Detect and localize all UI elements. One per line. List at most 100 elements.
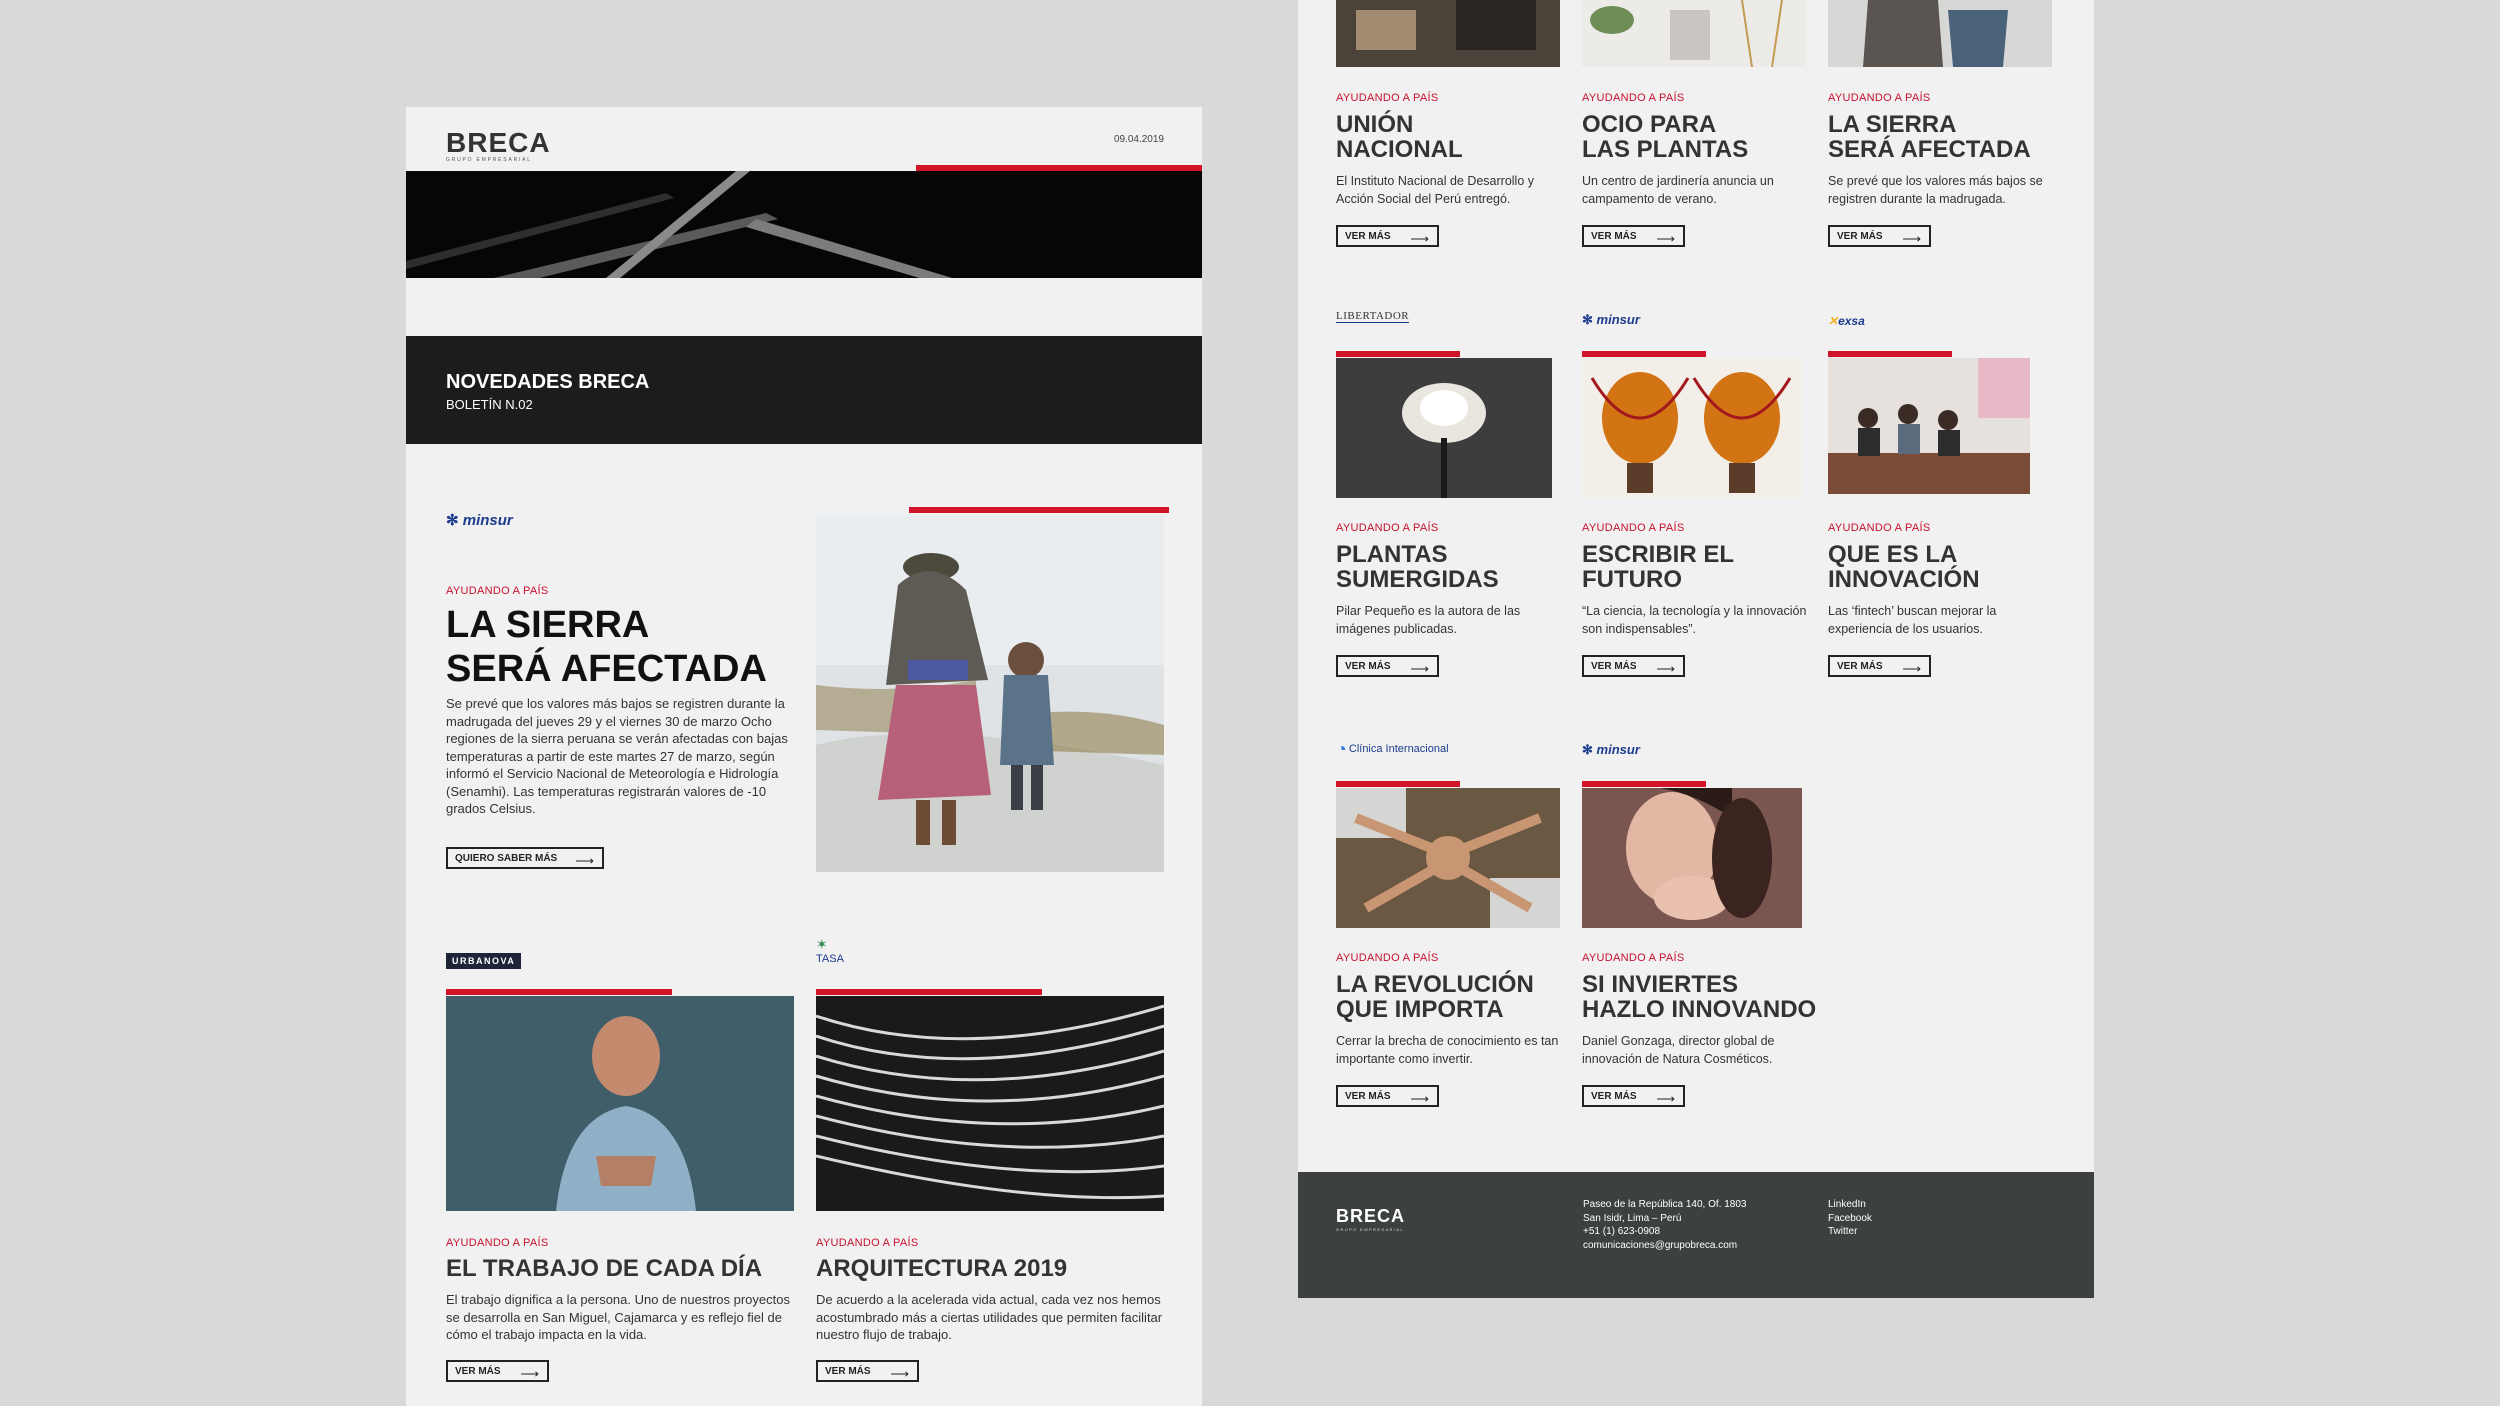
breca-logo[interactable]: BRECA <box>446 127 551 159</box>
accent-bar <box>816 989 1042 995</box>
card-title: ARQUITECTURA 2019 <box>816 1255 1068 1282</box>
ver-mas-button[interactable]: VER MÁS ⟶ <box>1828 655 1931 677</box>
grid-kicker: AYUDANDO A PAÍS <box>1336 522 1439 534</box>
arrow-right-icon: ⟶ <box>890 1366 909 1381</box>
breca-logo-subtitle: GRUPO EMPRESARIAL <box>446 157 532 163</box>
card-kicker: AYUDANDO A PAÍS <box>446 1237 549 1249</box>
card-text: De acuerdo a la acelerada vida actual, c… <box>816 1292 1163 1342</box>
footer-social-links: LinkedIn Facebook Twitter <box>1828 1198 1872 1239</box>
grid-title: LA REVOLUCIÓN QUE IMPORTA <box>1336 971 1534 1023</box>
libertador-logo: LIBERTADOR <box>1336 310 1410 323</box>
newsletter-right-panel: AYUDANDO A PAÍS UNIÓN NACIONAL El Institu… <box>1298 0 2094 1298</box>
grid-image-flower[interactable] <box>1336 358 1552 498</box>
grid-title: PLANTAS SUMERGIDAS <box>1336 541 1499 593</box>
footer-logo[interactable]: BRECA <box>1336 1206 1405 1227</box>
minsur-star-icon: ✻ <box>1582 742 1593 757</box>
card-text: El trabajo dignifica a la persona. Uno d… <box>446 1292 790 1342</box>
minsur-logo: ✻ minsur <box>446 512 513 529</box>
grid-text: “La ciencia, la tecnología y la innovaci… <box>1582 604 1807 636</box>
grid-title: SI INVIERTES HAZLO INNOVANDO <box>1582 971 1817 1023</box>
ver-mas-button[interactable]: VER MÁS ⟶ <box>1582 225 1685 247</box>
clinica-internacional-logo: ◔ Clínica Internacional <box>1336 739 1449 759</box>
featured-kicker: AYUDANDO A PAÍS <box>446 585 549 597</box>
grid-text: Se prevé que los valores más bajos se re… <box>1828 174 2043 206</box>
grid-title: UNIÓN NACIONAL <box>1336 111 1463 163</box>
grid-image-bulbs[interactable] <box>1582 358 1802 498</box>
card-title: EL TRABAJO DE CADA DÍA <box>446 1255 763 1282</box>
footer-address-line: San Isidr, Lima – Perú <box>1583 1212 1682 1224</box>
ver-mas-button[interactable]: VER MÁS ⟶ <box>1582 1085 1685 1107</box>
facebook-link[interactable]: Facebook <box>1828 1212 1872 1226</box>
ver-mas-button[interactable]: VER MÁS ⟶ <box>1828 225 1931 247</box>
grid-title: ESCRIBIR EL FUTURO <box>1582 541 1735 593</box>
exsa-logo: ✕exsa <box>1828 314 1865 328</box>
newsletter-left-panel: BRECA GRUPO EMPRESARIAL 09.04.2019 NOVED… <box>406 107 1202 1406</box>
minsur-star-icon: ✻ <box>446 512 459 529</box>
quiero-saber-mas-button[interactable]: QUIERO SABER MÁS ⟶ <box>446 847 604 869</box>
grid-text: Daniel Gonzaga, director global de innov… <box>1582 1034 1775 1066</box>
hero-image <box>406 171 1202 361</box>
featured-image[interactable] <box>816 515 1164 872</box>
grid-kicker: AYUDANDO A PAÍS <box>1582 952 1685 964</box>
arrow-right-icon: ⟶ <box>1656 231 1675 246</box>
arrow-right-icon: ⟶ <box>1410 1091 1429 1106</box>
ver-mas-button[interactable]: VER MÁS ⟶ <box>446 1360 549 1382</box>
tasa-logo: ✶ TASA <box>816 936 856 965</box>
card-image-top-1[interactable] <box>1336 0 1560 67</box>
card-image-portrait[interactable] <box>446 996 794 1211</box>
minsur-logo: ✻ minsur <box>1582 312 1640 327</box>
footer-logo-subtitle: GRUPO EMPRESARIAL <box>1336 1227 1405 1232</box>
clinica-circle-icon: ◔ <box>1336 739 1347 759</box>
accent-bar <box>1828 351 1952 357</box>
arrow-right-icon: ⟶ <box>1656 1091 1675 1106</box>
accent-bar <box>1582 781 1706 787</box>
card-image-top-2[interactable] <box>1582 0 1806 67</box>
grid-title: OCIO PARA LAS PLANTAS <box>1582 111 1749 163</box>
grid-kicker: AYUDANDO A PAÍS <box>1582 92 1685 104</box>
card-image-top-3[interactable] <box>1828 0 2052 67</box>
grid-kicker: AYUDANDO A PAÍS <box>1582 522 1685 534</box>
accent-bar <box>1336 781 1460 787</box>
card-image-architecture[interactable] <box>816 996 1164 1211</box>
grid-title: LA SIERRA SERÁ AFECTADA <box>1828 111 2031 163</box>
grid-image-conference[interactable] <box>1828 358 2030 494</box>
footer-phone: +51 (1) 623-0908 <box>1583 1226 1661 1237</box>
arrow-right-icon: ⟶ <box>1410 661 1429 676</box>
issue-date: 09.04.2019 <box>1113 134 1164 145</box>
featured-title: LA SIERRA SERÁ AFECTADA <box>446 604 767 690</box>
grid-text: Cerrar la brecha de conocimiento es tan … <box>1336 1034 1559 1066</box>
grid-kicker: AYUDANDO A PAÍS <box>1336 92 1439 104</box>
twitter-link[interactable]: Twitter <box>1828 1225 1872 1239</box>
grid-text: Las ‘fintech’ buscan mejorar la experien… <box>1828 604 1997 636</box>
linkedin-link[interactable]: LinkedIn <box>1828 1198 1872 1212</box>
featured-body: Se prevé que los valores más bajos se re… <box>446 696 788 816</box>
minsur-star-icon: ✻ <box>1582 312 1593 327</box>
footer-address-line: Paseo de la República 140, Of. 1803 <box>1583 1199 1747 1210</box>
exsa-x-icon: ✕ <box>1828 314 1839 328</box>
grid-image-portrait-woman[interactable] <box>1582 788 1802 928</box>
ver-mas-button[interactable]: VER MÁS ⟶ <box>1336 225 1439 247</box>
grid-kicker: AYUDANDO A PAÍS <box>1828 92 1931 104</box>
grid-text: El Instituto Nacional de Desarrollo y Ac… <box>1336 174 1535 206</box>
accent-bar <box>1336 351 1460 357</box>
grid-text: Un centro de jardinería anuncia un campa… <box>1582 174 1774 206</box>
ver-mas-button[interactable]: VER MÁS ⟶ <box>1582 655 1685 677</box>
footer-contact: Paseo de la República 140, Of. 1803 San … <box>1583 1198 1746 1252</box>
grid-title: QUE ES LA INNOVACIÓN <box>1828 541 1980 593</box>
arrow-right-icon: ⟶ <box>1410 231 1429 246</box>
ver-mas-button[interactable]: VER MÁS ⟶ <box>1336 655 1439 677</box>
accent-bar <box>446 989 672 995</box>
ver-mas-button[interactable]: VER MÁS ⟶ <box>1336 1085 1439 1107</box>
grid-text: Pilar Pequeño es la autora de las imágen… <box>1336 604 1521 636</box>
urbanova-logo: URBANOVA <box>446 953 522 969</box>
arrow-right-icon: ⟶ <box>520 1366 539 1381</box>
hero-subtitle: BOLETÍN N.02 <box>446 397 533 412</box>
hero-title: NOVEDADES BRECA <box>446 371 650 393</box>
footer: BRECA GRUPO EMPRESARIAL Paseo de la Repú… <box>1298 1172 2094 1298</box>
grid-image-hands[interactable] <box>1336 788 1560 928</box>
arrow-right-icon: ⟶ <box>1656 661 1675 676</box>
footer-email-link[interactable]: comunicaciones@grupobreca.com <box>1583 1239 1746 1253</box>
ver-mas-button[interactable]: VER MÁS ⟶ <box>816 1360 919 1382</box>
fish-icon: ✶ <box>816 936 828 952</box>
minsur-logo: ✻ minsur <box>1582 742 1640 757</box>
